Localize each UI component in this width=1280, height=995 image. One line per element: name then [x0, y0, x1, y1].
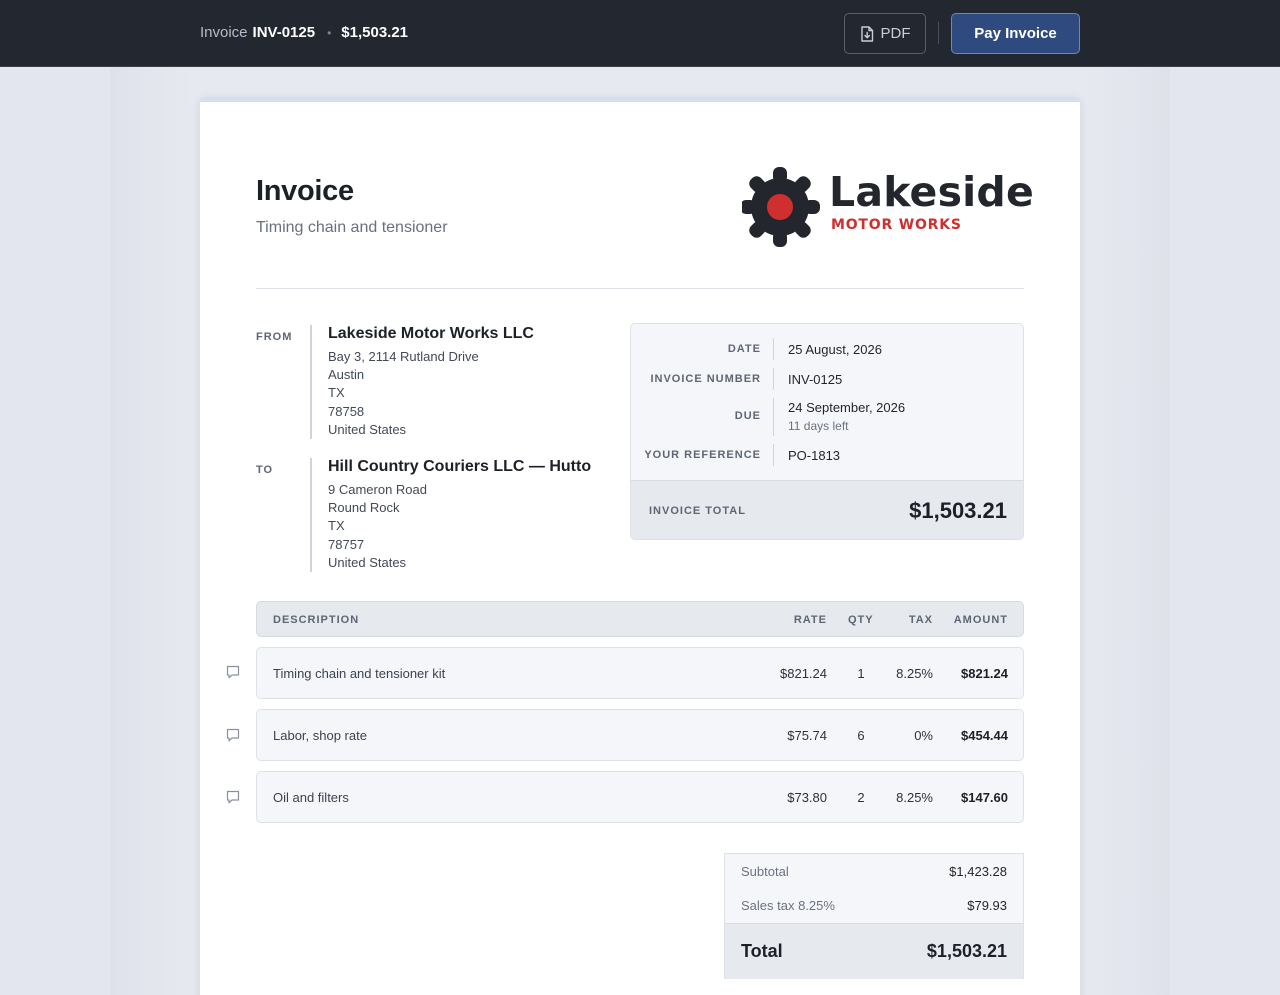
pdf-button[interactable]: PDF [844, 13, 926, 54]
row-amount: $454.44 [961, 728, 1008, 743]
invoice-document: Invoice Timing chain and tensioner Lakes [200, 97, 1080, 995]
pay-invoice-button[interactable]: Pay Invoice [951, 13, 1080, 54]
date-label: DATE [727, 343, 761, 355]
total-value: $1,503.21 [926, 941, 1007, 961]
row-rate: $821.24 [780, 666, 827, 681]
meta-date-row: DATE 25 August, 2026 [631, 338, 1023, 360]
row-description: Labor, shop rate [273, 728, 367, 743]
invoice-number-value: INV-0125 [788, 372, 843, 387]
to-details: Hill Country Couriers LLC — Hutto 9 Came… [310, 458, 592, 573]
table-row: Timing chain and tensioner kit $821.24 1… [256, 647, 1024, 699]
grand-total-row: Total $1,503.21 [725, 923, 1023, 979]
line-items-header: DESCRIPTION RATE QTY TAX AMOUNT [256, 601, 1024, 637]
col-description: DESCRIPTION [273, 614, 360, 626]
col-tax: TAX [908, 614, 933, 626]
reference-value: PO-1813 [788, 448, 841, 463]
logo-wordmark: Lakeside [829, 168, 1034, 216]
row-qty: 2 [857, 790, 865, 805]
invoice-amount: $1,503.21 [341, 24, 409, 41]
pdf-label: PDF [880, 25, 911, 42]
row-amount: $147.60 [961, 790, 1008, 805]
to-zip: 78757 [328, 536, 365, 552]
date-value: 25 August, 2026 [788, 342, 882, 357]
file-download-icon [860, 25, 873, 42]
from-label: FROM [256, 331, 293, 343]
due-label: DUE [734, 410, 761, 422]
comment-icon[interactable] [225, 727, 241, 743]
row-qty: 6 [857, 728, 865, 743]
meta-reference-row: YOUR REFERENCE PO-1813 [631, 444, 1023, 466]
separator-dot: • [327, 25, 332, 40]
invoice-breadcrumb: Invoice INV-0125 • $1,503.21 [200, 24, 408, 41]
to-city: Round Rock [328, 500, 400, 516]
row-description: Timing chain and tensioner kit [273, 666, 446, 681]
from-zip: 78758 [328, 403, 365, 419]
due-note: 11 days left [788, 419, 849, 433]
due-value: 24 September, 2026 [788, 400, 906, 415]
invoice-total-value: $1,503.21 [909, 498, 1007, 523]
totals-box: Subtotal $1,423.28 Sales tax 8.25% $79.9… [724, 853, 1024, 979]
invoice-total-panel: INVOICE TOTAL $1,503.21 [631, 480, 1023, 539]
invoice-title: Invoice [256, 175, 354, 207]
invoice-total-label: INVOICE TOTAL [649, 505, 746, 517]
top-bar: Invoice INV-0125 • $1,503.21 PDF Pay Inv… [0, 0, 1280, 67]
gear-icon [742, 167, 820, 247]
row-amount: $821.24 [961, 666, 1008, 681]
to-street: 9 Cameron Road [328, 482, 427, 497]
meta-due-row: DUE 24 September, 2026 11 days left [631, 398, 1023, 436]
col-amount: AMOUNT [953, 614, 1008, 626]
invoice-meta-box: DATE 25 August, 2026 INVOICE NUMBER INV-… [630, 323, 1024, 540]
from-name: Lakeside Motor Works LLC [328, 325, 534, 342]
table-row: Oil and filters $73.80 2 8.25% $147.60 [256, 771, 1024, 823]
header-divider [256, 288, 1024, 289]
total-label: Total [741, 941, 783, 961]
subtotal-value: $1,423.28 [949, 864, 1007, 879]
from-street: Bay 3, 2114 Rutland Drive [328, 349, 479, 364]
row-qty: 1 [857, 666, 865, 681]
to-state: TX [328, 518, 345, 534]
tax-label: Sales tax 8.25% [741, 898, 835, 913]
row-description: Oil and filters [273, 790, 349, 805]
meta-divider [773, 338, 774, 360]
invoice-label: Invoice [200, 24, 248, 41]
to-country: United States [328, 554, 407, 570]
col-rate: RATE [793, 614, 827, 626]
row-rate: $75.74 [787, 728, 827, 743]
row-tax: 8.25% [896, 790, 933, 805]
reference-label: YOUR REFERENCE [644, 449, 761, 461]
from-city: Austin [328, 367, 365, 383]
company-logo: Lakeside MOTOR WORKS [742, 162, 1034, 252]
logo-tagline: MOTOR WORKS [831, 217, 962, 233]
meta-number-row: INVOICE NUMBER INV-0125 [631, 368, 1023, 390]
meta-divider [773, 398, 774, 436]
invoice-subtitle: Timing chain and tensioner [256, 219, 448, 236]
tax-value: $79.93 [967, 898, 1007, 913]
invoice-number: INV-0125 [252, 24, 316, 41]
table-row: Labor, shop rate $75.74 6 0% $454.44 [256, 709, 1024, 761]
from-details: Lakeside Motor Works LLC Bay 3, 2114 Rut… [310, 325, 534, 440]
row-tax: 0% [914, 728, 933, 743]
comment-icon[interactable] [225, 664, 241, 680]
from-state: TX [328, 385, 345, 401]
invoice-number-label: INVOICE NUMBER [650, 373, 761, 385]
toolbar-divider [938, 22, 939, 44]
subtotal-label: Subtotal [741, 864, 789, 879]
to-name: Hill Country Couriers LLC — Hutto [328, 458, 592, 475]
comment-icon[interactable] [225, 789, 241, 805]
to-label: TO [256, 464, 274, 476]
row-tax: 8.25% [896, 666, 933, 681]
col-qty: QTY [848, 614, 874, 626]
from-country: United States [328, 421, 407, 437]
meta-divider [773, 368, 774, 390]
meta-divider [773, 444, 774, 466]
row-rate: $73.80 [787, 790, 827, 805]
